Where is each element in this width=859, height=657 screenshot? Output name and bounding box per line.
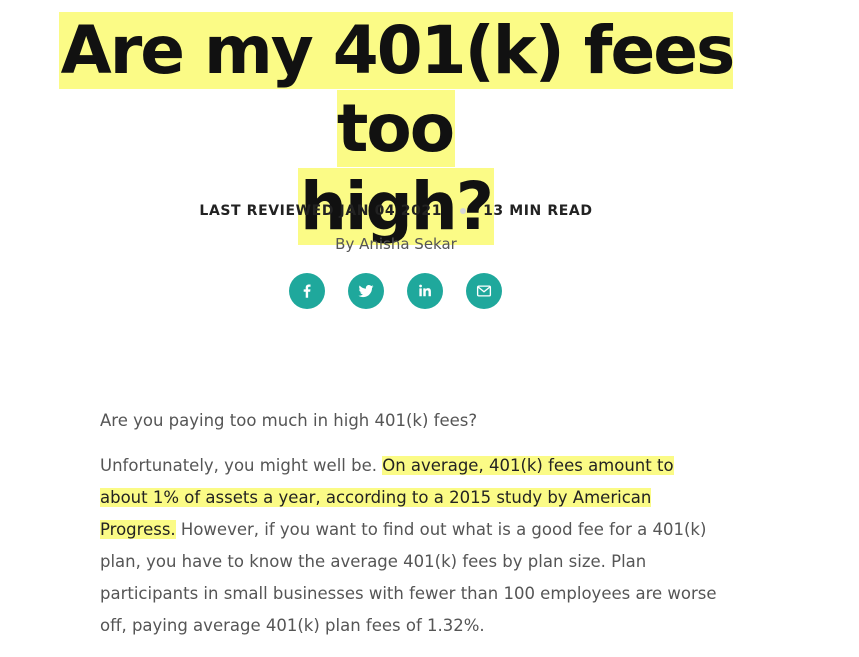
article-meta: LAST REVIEWED JAN 04 2021 13 MIN READ	[0, 203, 792, 219]
linkedin-icon	[419, 284, 431, 297]
author-byline[interactable]: By Anisha Sekar	[0, 235, 792, 253]
twitter-icon	[358, 285, 374, 298]
read-time: 13 MIN READ	[483, 203, 593, 219]
paragraph-2-rest: However, if you want to find out what is…	[100, 520, 717, 635]
facebook-icon	[303, 284, 311, 298]
share-twitter-button[interactable]	[348, 273, 384, 309]
share-buttons	[289, 273, 502, 309]
title-line-1: Are my 401(k) fees too	[58, 12, 735, 167]
last-reviewed-date: LAST REVIEWED JAN 04 2021	[199, 203, 443, 219]
article-paragraph-1: Are you paying too much in high 401(k) f…	[100, 411, 478, 430]
paragraph-2-intro: Unfortunately, you might well be.	[100, 456, 383, 475]
share-linkedin-button[interactable]	[407, 273, 443, 309]
share-email-button[interactable]	[466, 273, 502, 309]
article-body: Are you paying too much in high 401(k) f…	[100, 405, 720, 655]
separator-dot-icon	[459, 208, 466, 214]
share-facebook-button[interactable]	[289, 273, 325, 309]
email-icon	[476, 285, 492, 297]
article-paragraph-2: Unfortunately, you might well be. On ave…	[100, 450, 720, 642]
